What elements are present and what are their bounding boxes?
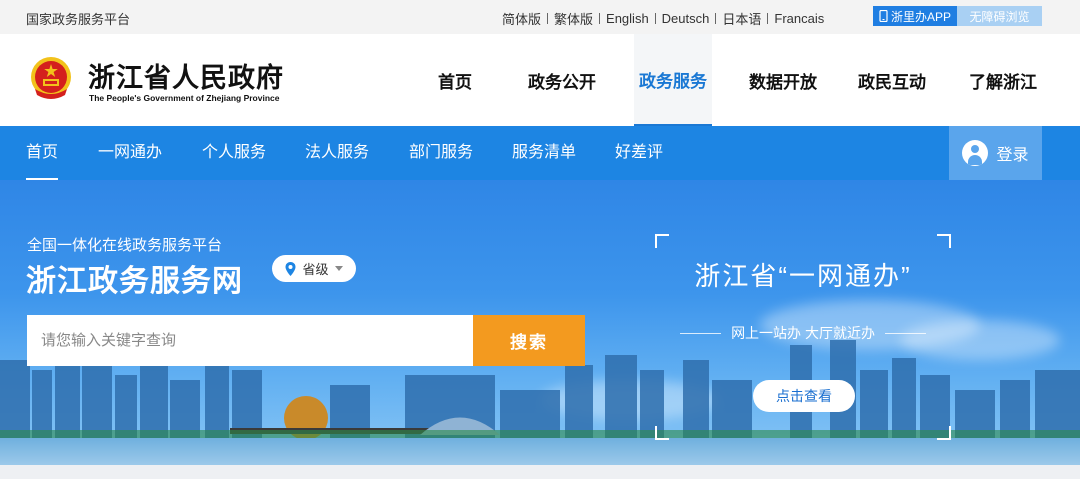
frame-corner [655, 234, 669, 248]
frame-corner [937, 234, 951, 248]
phone-icon [879, 10, 888, 22]
login-label: 登录 [996, 147, 1029, 164]
subnav-rating[interactable]: 好差评 [615, 126, 663, 180]
subnav-personal[interactable]: 个人服务 [202, 126, 266, 180]
frame-corner [655, 426, 669, 440]
lang-japanese[interactable]: 日本语 [722, 9, 761, 28]
national-platform-link[interactable]: 国家政务服务平台 [26, 9, 130, 28]
promo-subtitle-row: 网上一站办 大厅就近办 [680, 323, 927, 343]
site-title[interactable]: 浙江省人民政府 [88, 56, 284, 95]
divider [654, 13, 656, 24]
nav-government-affairs[interactable]: 政务公开 [490, 34, 634, 126]
divider [884, 332, 927, 334]
promo-title: 浙江省“一网通办” [694, 261, 912, 291]
subnav-home[interactable]: 首页 [26, 126, 59, 180]
lang-simplified[interactable]: 简体版 [502, 9, 541, 28]
search-button[interactable]: 搜索 [473, 315, 585, 366]
service-subnav: 首页 一网通办 个人服务 法人服务 部门服务 服务清单 好差评 登录 [0, 126, 1080, 180]
chevron-down-icon [334, 266, 343, 271]
lang-english[interactable]: English [606, 11, 649, 26]
frame-corner [937, 426, 951, 440]
promo-subtitle: 网上一站办 大厅就近办 [731, 325, 875, 341]
divider [599, 13, 601, 24]
nav-about-zhejiang[interactable]: 了解浙江 [930, 34, 1076, 126]
top-utility-bar: 国家政务服务平台 简体版 繁体版 English Deutsch 日本语 Fra… [0, 0, 1080, 34]
search-input[interactable] [27, 315, 473, 366]
divider [680, 332, 722, 334]
subnav-service-list[interactable]: 服务清单 [512, 126, 576, 180]
login-button[interactable]: 登录 [949, 126, 1042, 180]
nav-data-open[interactable]: 数据开放 [712, 34, 854, 126]
nav-government-services[interactable]: 政务服务 [634, 34, 712, 126]
river-water [0, 438, 1080, 465]
level-select-value: 省级 [302, 262, 329, 277]
app-button-label: 浙里办APP [890, 9, 951, 24]
divider [547, 13, 549, 24]
accessibility-button[interactable]: 无障碍浏览 [957, 6, 1042, 26]
user-avatar-icon [962, 140, 989, 166]
hero-banner: 全国一体化在线政务服务平台 浙江政务服务网 省级 搜索 浙江省“一网通办” 网上… [0, 180, 1080, 465]
app-download-button[interactable]: 浙里办APP [873, 6, 957, 26]
divider [767, 13, 769, 24]
lang-french[interactable]: Francais [774, 11, 824, 26]
view-details-button[interactable]: 点击查看 [753, 380, 855, 412]
main-nav: 首页 政务公开 政务服务 数据开放 政民互动 了解浙江 [420, 34, 1076, 126]
level-select[interactable]: 省级 [272, 255, 356, 282]
subnav-legal-person[interactable]: 法人服务 [305, 126, 369, 180]
language-switcher: 简体版 繁体版 English Deutsch 日本语 Francais [502, 9, 824, 28]
hero-kicker: 全国一体化在线政务服务平台 [27, 237, 223, 254]
page-bottom-strip [0, 465, 1080, 479]
lang-deutsch[interactable]: Deutsch [662, 11, 710, 26]
national-emblem-icon[interactable] [27, 55, 75, 103]
hero-brand-title: 浙江政务服务网 [26, 265, 243, 298]
nav-home[interactable]: 首页 [420, 34, 490, 126]
location-pin-icon [285, 261, 296, 276]
site-subtitle: The People's Government of Zhejiang Prov… [89, 93, 280, 103]
site-header: 浙江省人民政府 The People's Government of Zheji… [0, 34, 1080, 126]
one-stop-promo: 浙江省“一网通办” 网上一站办 大厅就近办 点击查看 [655, 234, 951, 440]
lang-traditional[interactable]: 繁体版 [554, 9, 593, 28]
subnav-one-stop[interactable]: 一网通办 [98, 126, 162, 180]
nav-interaction[interactable]: 政民互动 [854, 34, 930, 126]
divider [715, 13, 717, 24]
subnav-department[interactable]: 部门服务 [409, 126, 473, 180]
